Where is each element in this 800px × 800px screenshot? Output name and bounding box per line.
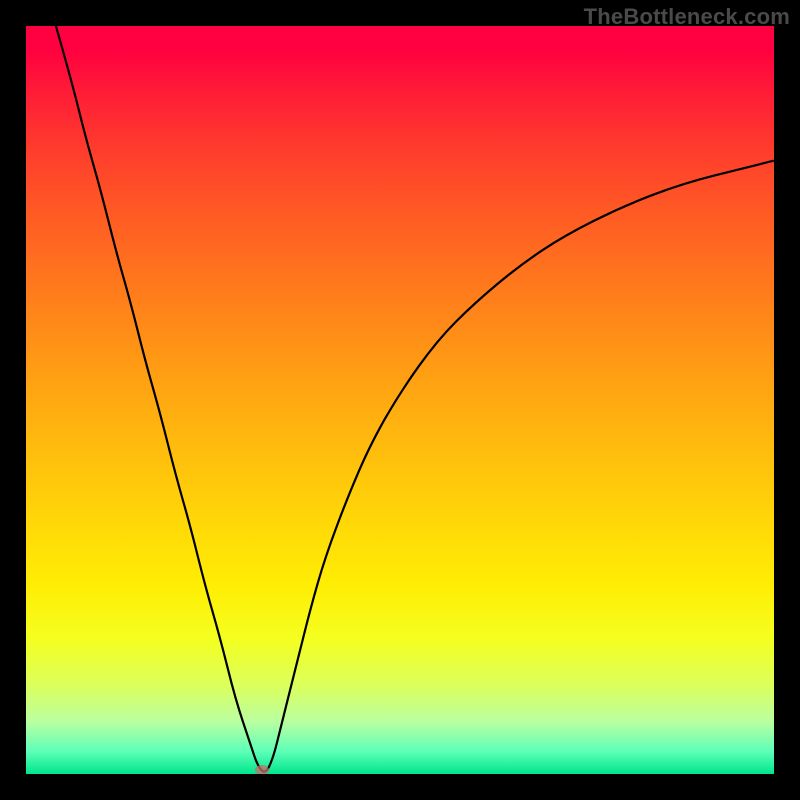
bottleneck-curve [26,26,774,774]
plot-area [26,26,774,774]
curve-path [56,26,774,772]
watermark-text: TheBottleneck.com [584,4,790,30]
optimum-marker [255,765,269,774]
chart-frame: TheBottleneck.com [0,0,800,800]
